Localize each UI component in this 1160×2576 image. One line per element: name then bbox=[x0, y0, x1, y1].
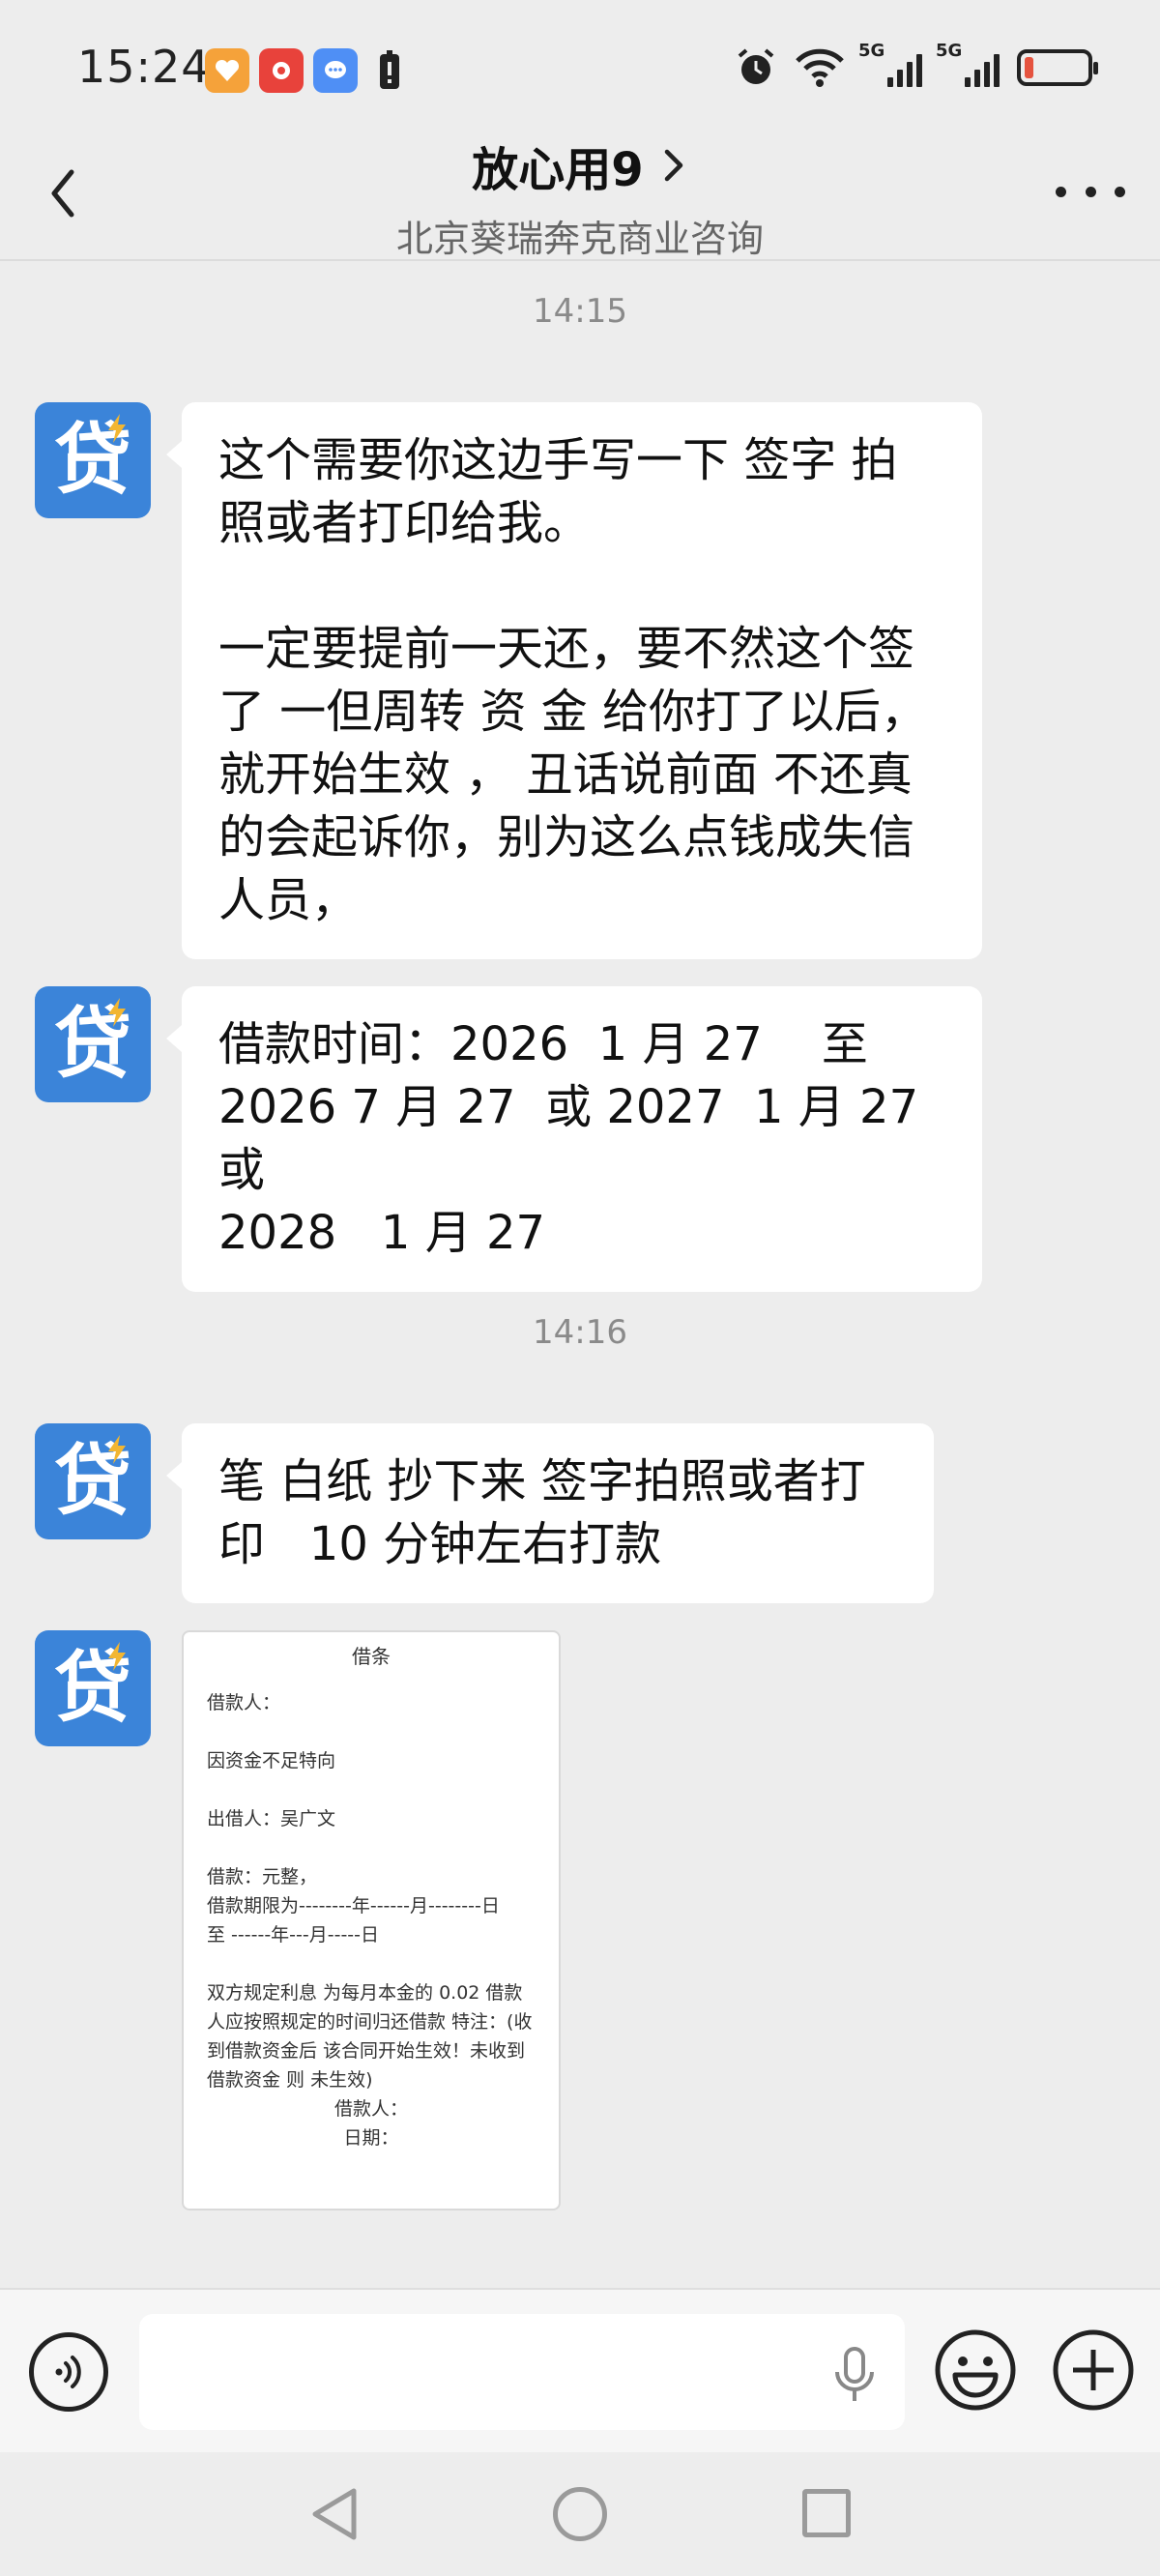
network-label: 5G bbox=[936, 41, 963, 61]
terms-text: 双方规定利息 为每月本金的 0.02 借款人应按照规定的时间归还借款 特注：(收… bbox=[207, 1982, 533, 2091]
sender-avatar[interactable]: 贷 bbox=[35, 1423, 151, 1539]
term-line: 借款期限为--------年------月--------日 bbox=[207, 1895, 500, 1917]
chat-area[interactable]: 14:15 贷 这个需要你这边手写一下 签字 拍 照或者打印给我。 一定要提前一… bbox=[0, 263, 1160, 2289]
system-status-icons: 5G 5G bbox=[735, 41, 1098, 89]
signature-borrower: 借款人： bbox=[334, 2098, 408, 2120]
lightning-icon bbox=[108, 1435, 126, 1464]
nav-back-icon[interactable] bbox=[307, 2485, 362, 2543]
alarm-icon bbox=[738, 48, 774, 84]
chat-subtitle: 北京葵瑞奔克商业咨询 bbox=[395, 218, 764, 260]
system-nav-bar bbox=[0, 2452, 1160, 2576]
image-message[interactable]: 借条 借款人： 因资金不足特向 出借人：吴广文 借款：元整， 借款期限为----… bbox=[182, 1630, 561, 2210]
chat-title: 放心用9 bbox=[472, 143, 644, 197]
signal-icon-1: 5G bbox=[858, 41, 922, 87]
app-notification-icon bbox=[205, 48, 249, 93]
plus-icon[interactable] bbox=[1052, 2328, 1135, 2412]
timestamp: 14:16 bbox=[533, 1313, 627, 1352]
signal-icon-2: 5G bbox=[936, 41, 1000, 87]
shopping-app-icon bbox=[259, 48, 304, 93]
battery-icon bbox=[1017, 49, 1098, 86]
microphone-icon[interactable] bbox=[831, 2347, 878, 2403]
input-bar bbox=[0, 2288, 1160, 2452]
message-app-icon bbox=[313, 48, 358, 93]
notification-icons bbox=[205, 48, 412, 93]
network-label: 5G bbox=[858, 41, 885, 61]
borrower-line: 借款人： bbox=[207, 1692, 281, 1713]
status-bar: 15:24 5G 5G bbox=[0, 0, 1160, 145]
more-options-button[interactable] bbox=[1056, 172, 1125, 211]
sender-avatar[interactable]: 贷 bbox=[35, 402, 151, 518]
timestamp: 14:15 bbox=[533, 292, 627, 331]
lightning-icon bbox=[108, 998, 126, 1027]
reason-line: 因资金不足特向 bbox=[207, 1750, 336, 1771]
alert-icon bbox=[367, 48, 412, 93]
lightning-icon bbox=[108, 1642, 126, 1671]
nav-home-icon[interactable] bbox=[553, 2487, 607, 2541]
voice-icon bbox=[55, 2356, 81, 2388]
nav-recents-icon[interactable] bbox=[802, 2489, 851, 2537]
title-area[interactable]: 放心用9 北京葵瑞奔克商业咨询 bbox=[0, 132, 1160, 262]
amount-line: 借款：元整， bbox=[207, 1866, 318, 1888]
message-input[interactable] bbox=[139, 2314, 905, 2430]
chat-title-row[interactable]: 放心用9 bbox=[472, 132, 687, 199]
message-bubble[interactable]: 这个需要你这边手写一下 签字 拍 照或者打印给我。 一定要提前一天还，要不然这个… bbox=[166, 402, 982, 959]
chevron-right-icon bbox=[664, 149, 682, 182]
message-bubble[interactable]: 笔 白纸 抄下来 签字拍照或者打 印 10 分钟左右打款 bbox=[166, 1423, 934, 1603]
emoji-icon[interactable] bbox=[934, 2328, 1017, 2412]
lender-line: 出借人：吴广文 bbox=[207, 1808, 336, 1830]
sender-avatar[interactable]: 贷 bbox=[35, 1630, 151, 1746]
signature-date: 日期： bbox=[343, 2127, 399, 2149]
wifi-icon bbox=[796, 48, 844, 87]
message-bubble[interactable]: 借款时间：2026 1 月 27 至 2026 7 月 27 或 2027 1 … bbox=[166, 986, 982, 1292]
voice-input-button[interactable] bbox=[29, 2332, 108, 2412]
chat-header: 放心用9 北京葵瑞奔克商业咨询 bbox=[0, 126, 1160, 261]
document-title: 借条 bbox=[352, 1645, 391, 1668]
term-line: 至 ------年---月-----日 bbox=[207, 1924, 380, 1946]
status-time: 15:24 bbox=[77, 41, 211, 93]
sender-avatar[interactable]: 贷 bbox=[35, 986, 151, 1102]
lightning-icon bbox=[108, 414, 126, 443]
